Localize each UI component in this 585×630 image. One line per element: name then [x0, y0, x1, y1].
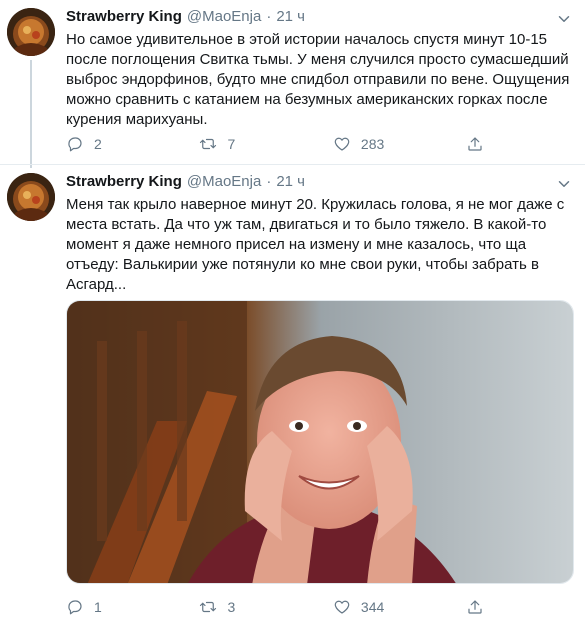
- tweet-actions: 2 7 283: [66, 134, 496, 154]
- heart-icon: [334, 600, 350, 614]
- tweet-header: Strawberry King @MaoEnja · 21 ч: [66, 173, 305, 193]
- retweet-count: 7: [227, 136, 236, 152]
- tweet-actions: 1 3 344: [66, 597, 496, 617]
- author-name[interactable]: Strawberry King: [66, 8, 182, 25]
- author-name[interactable]: Strawberry King: [66, 173, 182, 190]
- author-handle[interactable]: @MaoEnja: [187, 173, 261, 190]
- timestamp[interactable]: 21 ч: [276, 173, 305, 190]
- tweet-text: Но самое удивительное в этой истории нач…: [66, 31, 570, 128]
- like-button[interactable]: 283: [333, 134, 466, 154]
- reply-count: 1: [94, 599, 102, 615]
- retweet-button[interactable]: 3: [199, 597, 332, 617]
- tweet[interactable]: Strawberry King @MaoEnja · 21 ч Но самое…: [0, 0, 585, 168]
- share-icon: [468, 137, 482, 151]
- tweet-text: Меня так крыло наверное минут 20. Кружил…: [66, 196, 565, 293]
- chevron-down-icon[interactable]: [555, 175, 573, 193]
- like-count: 344: [360, 599, 385, 615]
- avatar[interactable]: [7, 173, 55, 221]
- author-handle[interactable]: @MaoEnja: [187, 8, 261, 25]
- separator: ·: [266, 173, 272, 190]
- thread-line: [30, 60, 32, 168]
- heart-icon: [334, 137, 350, 151]
- tweet-header: Strawberry King @MaoEnja · 21 ч: [66, 8, 305, 28]
- chevron-down-icon[interactable]: [555, 10, 573, 28]
- share-icon: [468, 600, 482, 614]
- reply-icon: [68, 600, 82, 615]
- photo-image: [67, 301, 573, 583]
- retweet-button[interactable]: 7: [199, 134, 332, 154]
- reply-icon: [68, 137, 82, 152]
- reply-button[interactable]: 2: [66, 134, 199, 154]
- tweet[interactable]: Strawberry King @MaoEnja · 21 ч Меня так…: [0, 165, 585, 630]
- reply-count: 2: [94, 136, 102, 152]
- like-count: 283: [360, 136, 385, 152]
- share-button[interactable]: [466, 134, 496, 154]
- retweet-icon: [200, 138, 217, 150]
- reply-button[interactable]: 1: [66, 597, 199, 617]
- tweet-photo[interactable]: [66, 300, 574, 584]
- avatar[interactable]: [7, 8, 55, 56]
- separator: ·: [266, 8, 272, 25]
- timestamp[interactable]: 21 ч: [276, 8, 305, 25]
- like-button[interactable]: 344: [333, 597, 466, 617]
- retweet-icon: [200, 601, 217, 613]
- share-button[interactable]: [466, 597, 496, 617]
- retweet-count: 3: [227, 599, 236, 615]
